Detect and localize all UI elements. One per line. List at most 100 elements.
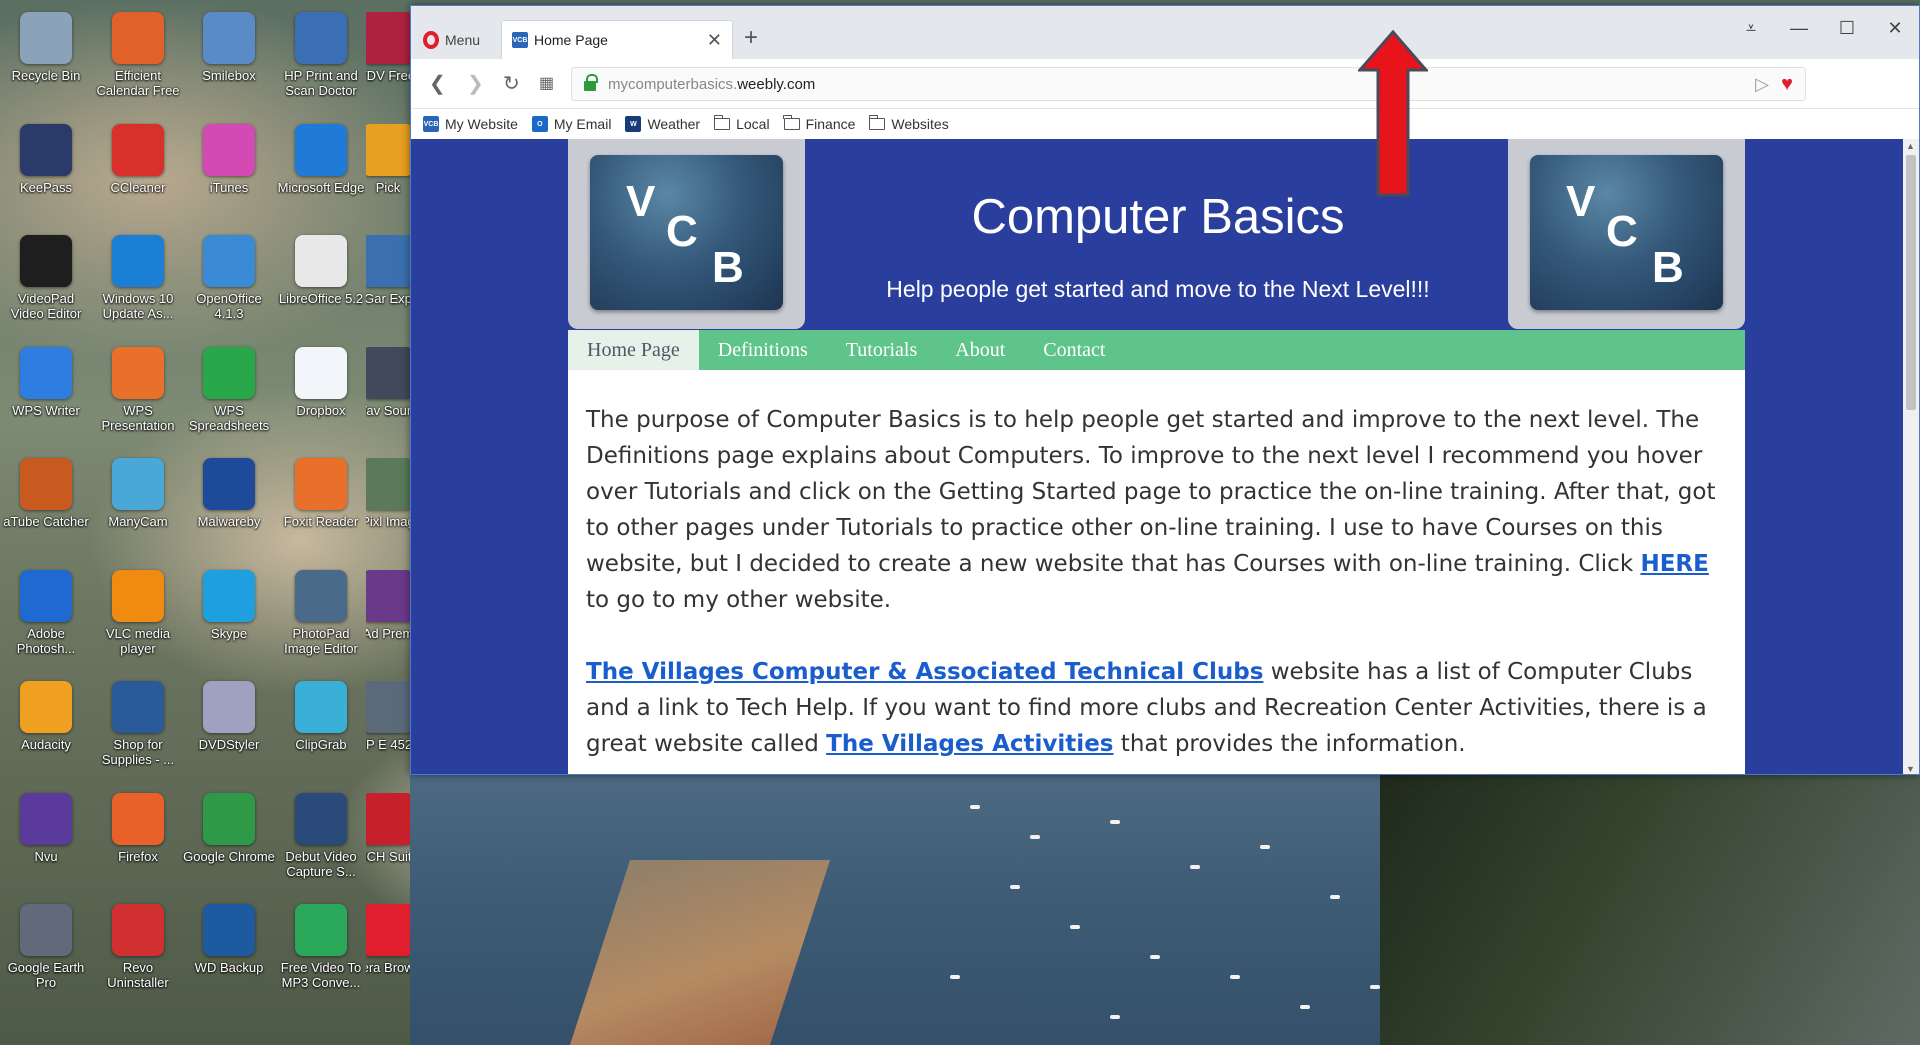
clipgrab-icon xyxy=(295,681,347,733)
desktop-icon[interactable]: DVDV Free S xyxy=(366,12,410,120)
bookmark-folder-websites[interactable]: Websites xyxy=(868,115,949,132)
desktop-icon[interactable]: Revo Uninstaller xyxy=(92,904,184,1012)
page-scrollbar[interactable]: ▲ ▼ xyxy=(1903,139,1919,774)
villages-clubs-link[interactable]: The Villages Computer & Associated Techn… xyxy=(586,659,1263,685)
minimize-icon[interactable]: — xyxy=(1775,18,1823,39)
new-tab-button[interactable]: + xyxy=(744,24,758,52)
desktop-icon[interactable]: OpenOffice 4.1.3 xyxy=(183,235,275,343)
nav-about[interactable]: About xyxy=(936,330,1024,370)
tab-menu-icon[interactable]: ⩡ xyxy=(1727,18,1775,39)
lock-icon xyxy=(20,123,72,176)
nav-definitions[interactable]: Definitions xyxy=(699,330,827,370)
desktop-icon[interactable]: aTube Catcher xyxy=(0,458,92,566)
desktop-icon[interactable]: Free Video To MP3 Conve... xyxy=(275,904,367,1012)
desktop-icon[interactable]: Efficient Calendar Free xyxy=(92,12,184,120)
logo-letter-v: V xyxy=(626,177,656,226)
boat-speck xyxy=(1370,985,1380,989)
desktop-icon[interactable]: LibreOffice 5.2 xyxy=(275,235,367,343)
desktop-icon[interactable]: Gar Exp xyxy=(366,235,410,343)
reload-icon[interactable]: ↻ xyxy=(503,71,520,96)
desktop-icon[interactable]: WPS Presentation xyxy=(92,346,184,455)
desktop-icon[interactable]: HP Print and Scan Doctor xyxy=(275,12,367,120)
desktop-icon[interactable]: Skype xyxy=(183,569,275,678)
forward-arrow-icon[interactable]: ❯ xyxy=(467,71,484,96)
desktop-icon[interactable]: VideoPad Video Editor xyxy=(0,235,92,343)
desktop-icon[interactable]: WD Backup xyxy=(183,904,275,1012)
desktop-icon[interactable]: Pick xyxy=(366,123,410,232)
opera-menu-button[interactable]: Menu xyxy=(423,28,480,52)
desktop-icon[interactable]: ManyCam xyxy=(92,458,184,566)
bookmark-folder-local[interactable]: Local xyxy=(713,115,770,132)
desktop-icon[interactable]: VLC media player xyxy=(92,569,184,678)
close-window-icon[interactable]: ✕ xyxy=(1871,18,1919,39)
page-viewport: V C B Computer Basics Help people get st… xyxy=(411,139,1905,774)
desktop-icon[interactable]: Windows 10 Update As... xyxy=(92,235,184,343)
close-tab-icon[interactable]: ✕ xyxy=(707,30,722,51)
site-nav: Home Page Definitions Tutorials About Co… xyxy=(568,330,1745,370)
desktop-icon-label: Adobe Photosh... xyxy=(16,625,76,656)
logo-left[interactable]: V C B xyxy=(568,139,805,329)
desktop-icon[interactable]: Foxit Reader xyxy=(275,458,367,566)
desktop-icon[interactable]: NCH Suite xyxy=(366,792,410,901)
window-controls: ⩡ — ☐ ✕ xyxy=(1727,18,1919,39)
bookmark-folder-finance[interactable]: Finance xyxy=(783,115,855,132)
desktop-icon-label: HP E 4520 xyxy=(366,737,410,752)
vpn-icon[interactable]: 1 xyxy=(1881,71,1903,93)
nav-tutorials[interactable]: Tutorials xyxy=(827,330,937,370)
desktop-icon[interactable]: Pixl Imag xyxy=(366,458,410,566)
desktop-icon[interactable]: HP E 4520 xyxy=(366,681,410,789)
nav-home-page[interactable]: Home Page xyxy=(568,330,699,370)
bookmark-heart-icon[interactable]: ♥ xyxy=(1781,73,1793,96)
bookmark-my-email[interactable]: O My Email xyxy=(531,116,612,132)
desktop-icon-label: Debut Video Capture S... xyxy=(285,848,357,879)
desktop-icon[interactable]: Debut Video Capture S... xyxy=(275,792,367,901)
desktop-icon[interactable]: Audacity xyxy=(0,681,92,789)
desktop-icon[interactable]: Opera Browser xyxy=(366,904,410,1012)
speed-dial-icon[interactable]: ▦ xyxy=(539,73,554,93)
desktop-icon[interactable]: Ad Prem xyxy=(366,569,410,678)
back-arrow-icon[interactable]: ❮ xyxy=(429,71,446,96)
nav-contact[interactable]: Contact xyxy=(1024,330,1124,370)
tab-home-page[interactable]: VCB Home Page ✕ xyxy=(501,20,733,59)
vlc-icon xyxy=(112,569,164,622)
desktop-icon[interactable]: Google Chrome xyxy=(183,792,275,901)
desktop-icon[interactable]: Firefox xyxy=(92,792,184,901)
desktop-icon[interactable]: iTunes xyxy=(183,123,275,232)
desktop-icon[interactable]: CCleaner xyxy=(92,123,184,232)
desktop-icon[interactable]: Adobe Photosh... xyxy=(0,569,92,678)
bookmark-weather[interactable]: W Weather xyxy=(625,116,700,132)
scroll-up-icon[interactable]: ▲ xyxy=(1906,141,1915,151)
desktop-icon[interactable]: Nvu xyxy=(0,792,92,901)
desktop-icon[interactable]: Smilebox xyxy=(183,12,275,120)
wavepad-icon xyxy=(366,346,410,399)
desktop-icon[interactable]: Google Earth Pro xyxy=(0,904,92,1012)
desktop-icon[interactable]: Wav Sound xyxy=(366,346,410,455)
desktop-icon-label: Gar Exp xyxy=(366,291,410,306)
desktop-icon[interactable]: WPS Writer xyxy=(0,346,92,455)
desktop-icon[interactable]: DVDStyler xyxy=(183,681,275,789)
url-field[interactable]: mycomputerbasics. weebly.com ▷ ♥ xyxy=(571,67,1806,101)
cliff-background xyxy=(1380,775,1920,1045)
desktop-icon[interactable]: PhotoPad Image Editor xyxy=(275,569,367,678)
here-link[interactable]: HERE xyxy=(1640,551,1708,577)
desktop-icon[interactable]: Microsoft Edge xyxy=(275,123,367,232)
bookmark-label: My Email xyxy=(553,116,612,132)
send-to-flow-icon[interactable]: ▷ xyxy=(1755,74,1769,95)
desktop-icon[interactable]: Malwareby xyxy=(183,458,275,566)
desktop-icon[interactable]: Dropbox xyxy=(275,346,367,455)
bookmark-my-website[interactable]: VCB My Website xyxy=(423,116,518,132)
revo-icon xyxy=(112,904,164,956)
scroll-thumb[interactable] xyxy=(1906,155,1916,410)
scroll-down-icon[interactable]: ▼ xyxy=(1906,764,1915,774)
ublock-icon[interactable]: 2 xyxy=(1846,71,1868,93)
villages-activities-link[interactable]: The Villages Activities xyxy=(826,731,1113,757)
desktop-icon[interactable]: ClipGrab xyxy=(275,681,367,789)
desktop-icon[interactable]: Shop for Supplies - ... xyxy=(92,681,184,789)
desktop-icon[interactable]: Recycle Bin xyxy=(0,12,92,120)
desktop-icon[interactable]: WPS Spreadsheets xyxy=(183,346,275,455)
logo-right[interactable]: V C B xyxy=(1508,139,1745,329)
tab-strip: Menu VCB Home Page ✕ + ⩡ — ☐ ✕ xyxy=(411,6,1919,59)
maximize-icon[interactable]: ☐ xyxy=(1823,18,1871,39)
desktop-icon[interactable]: KeePass xyxy=(0,123,92,232)
site-subtitle: Help people get started and move to the … xyxy=(886,276,1430,302)
